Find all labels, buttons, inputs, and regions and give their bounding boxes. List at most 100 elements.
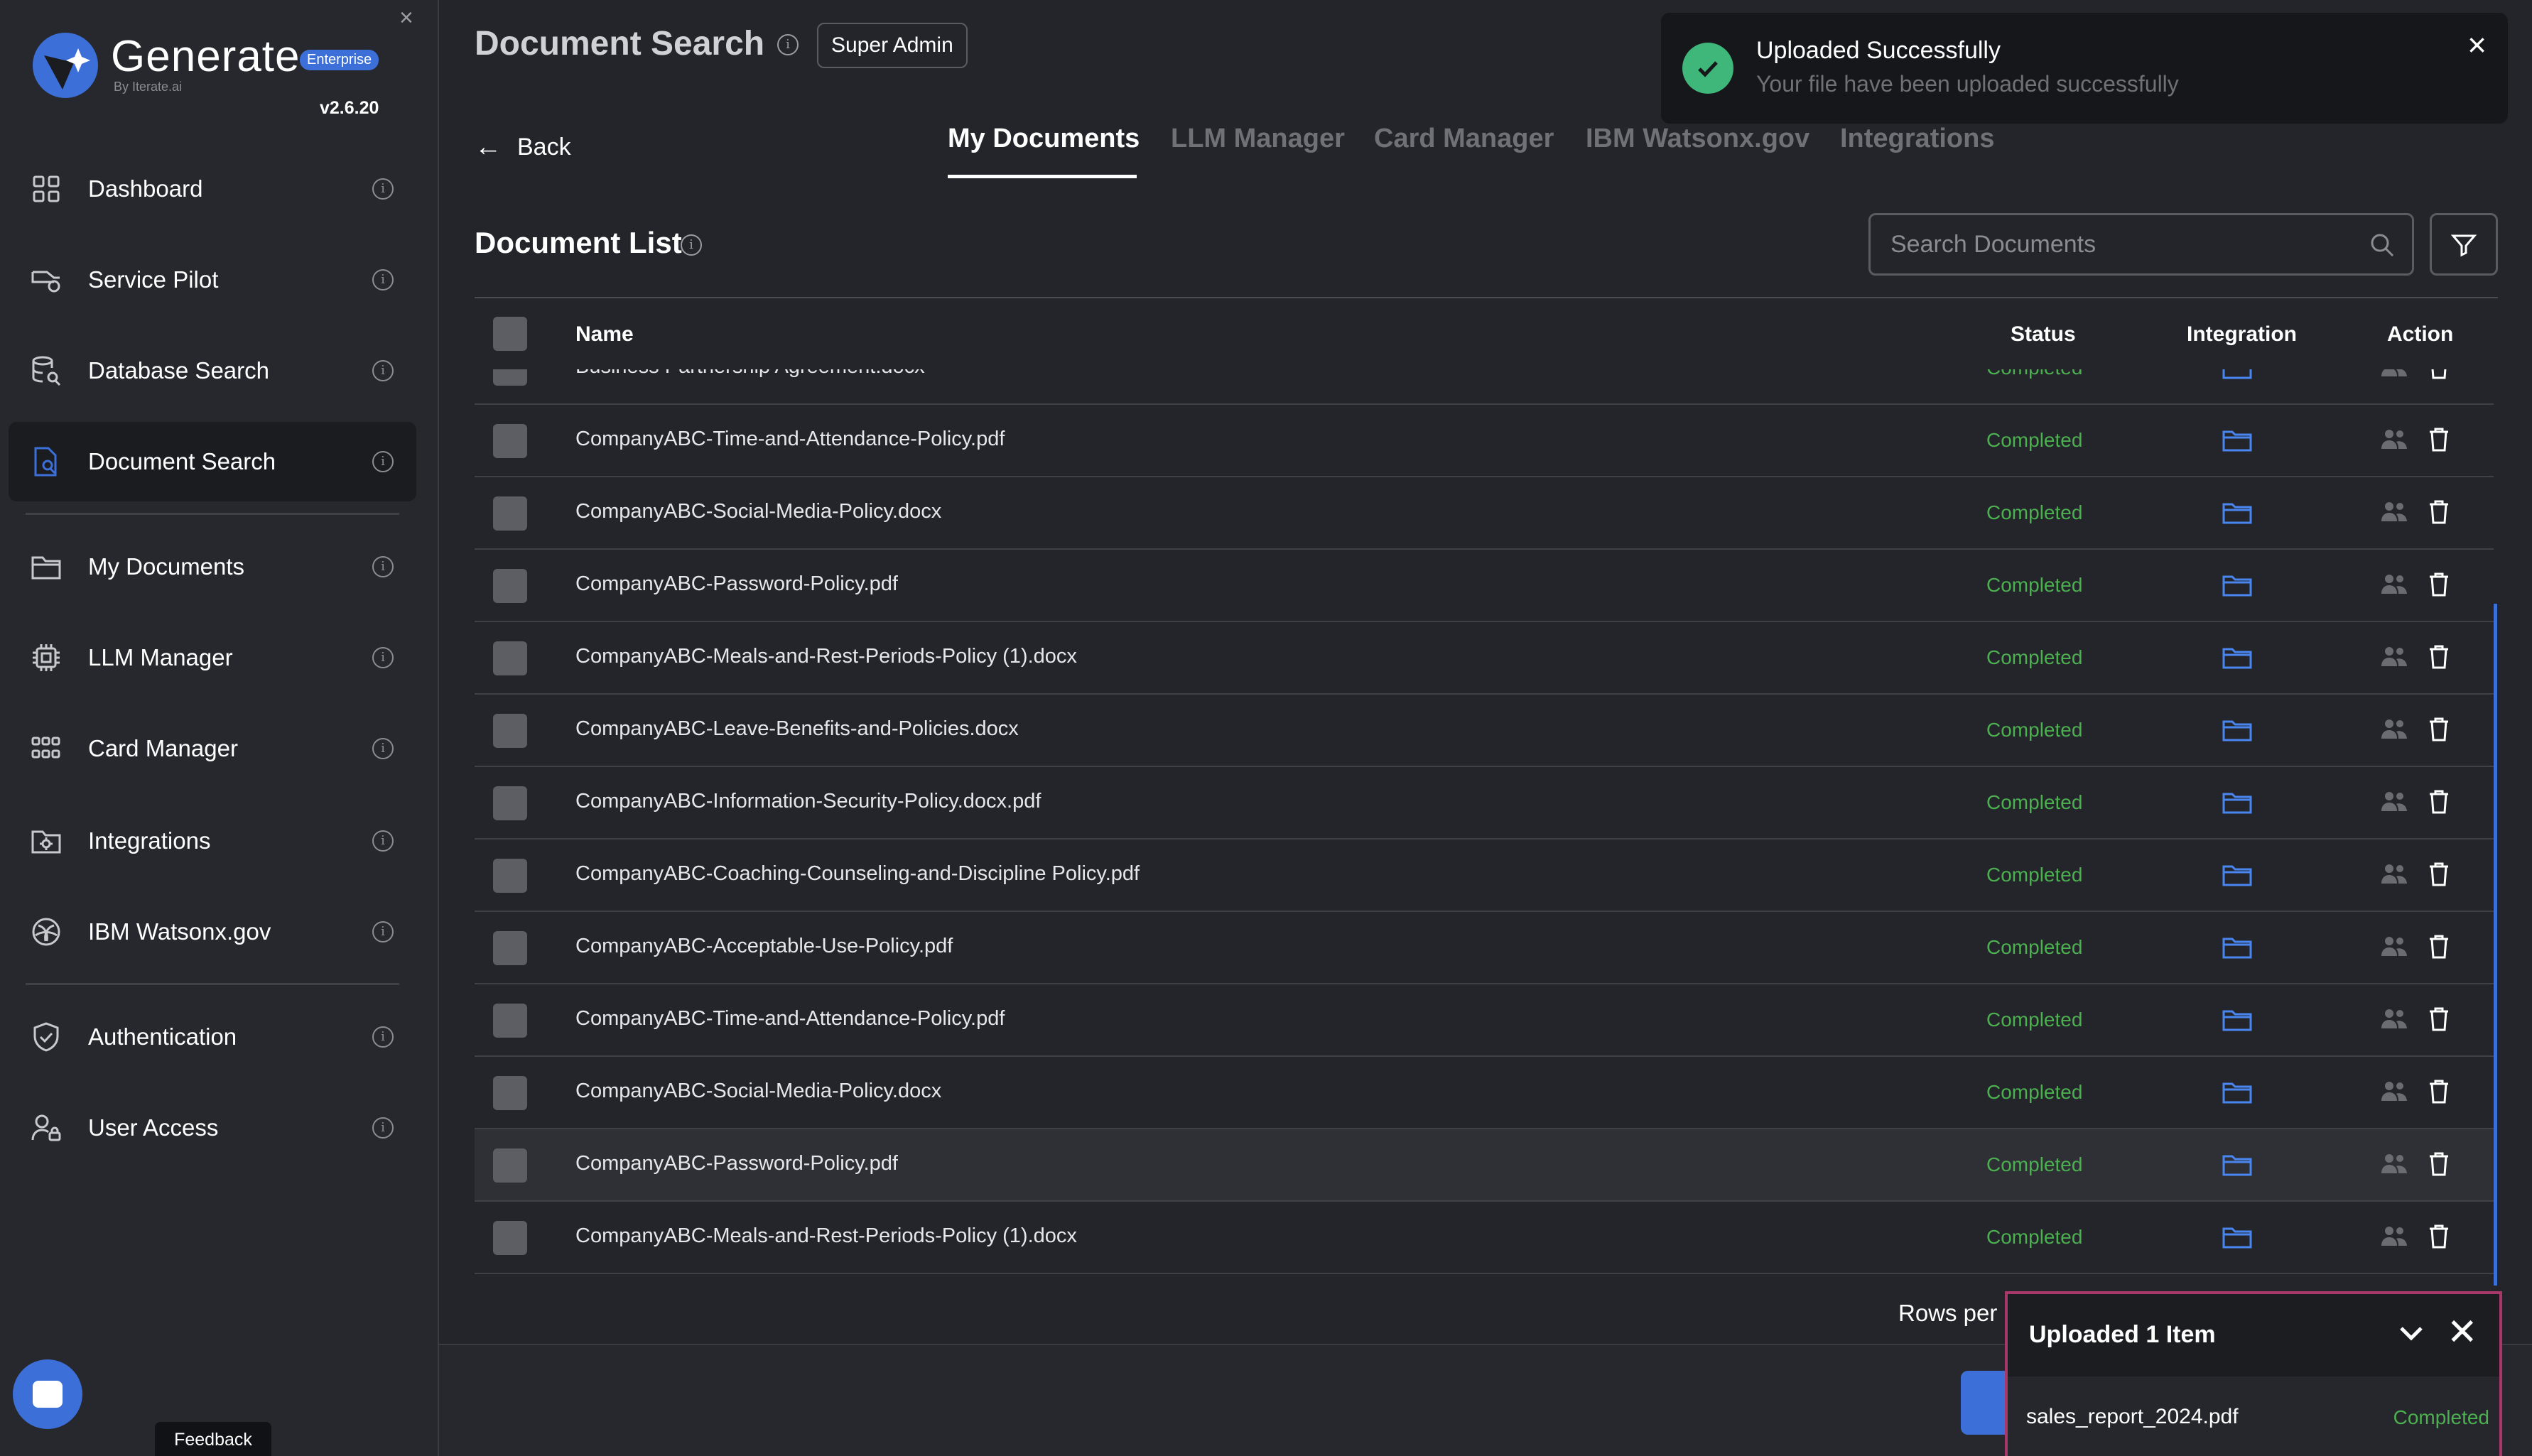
info-icon[interactable]: i bbox=[372, 1026, 394, 1048]
scrollbar[interactable] bbox=[2494, 604, 2497, 1286]
folder-icon[interactable] bbox=[2222, 499, 2252, 526]
folder-icon[interactable] bbox=[2222, 369, 2252, 381]
row-checkbox[interactable] bbox=[493, 1004, 527, 1038]
trash-icon[interactable] bbox=[2428, 499, 2450, 526]
close-icon[interactable]: × bbox=[2467, 26, 2487, 64]
close-icon[interactable]: ✕ bbox=[2447, 1311, 2478, 1354]
tab-card-manager[interactable]: Card Manager bbox=[1374, 124, 1554, 154]
trash-icon[interactable] bbox=[2428, 369, 2450, 381]
trash-icon[interactable] bbox=[2428, 571, 2450, 598]
folder-icon[interactable] bbox=[2222, 1223, 2252, 1250]
table-row[interactable]: CompanyABC-Coaching-Counseling-and-Disci… bbox=[475, 840, 2494, 912]
info-icon[interactable]: i bbox=[372, 360, 394, 381]
info-icon[interactable]: i bbox=[372, 921, 394, 942]
folder-icon[interactable] bbox=[2222, 426, 2252, 453]
back-button[interactable]: ← Back bbox=[475, 132, 571, 163]
row-checkbox[interactable] bbox=[493, 569, 527, 603]
tab-integrations[interactable]: Integrations bbox=[1840, 124, 1994, 154]
info-icon[interactable]: i bbox=[777, 34, 799, 55]
trash-icon[interactable] bbox=[2428, 1078, 2450, 1105]
row-checkbox[interactable] bbox=[493, 369, 527, 386]
info-icon[interactable]: i bbox=[372, 269, 394, 290]
row-checkbox[interactable] bbox=[493, 786, 527, 820]
sidebar-item-service-pilot[interactable]: Service Pilot i bbox=[9, 240, 416, 320]
chevron-down-icon[interactable] bbox=[2396, 1317, 2427, 1348]
share-users-icon[interactable] bbox=[2381, 1152, 2407, 1176]
share-users-icon[interactable] bbox=[2381, 500, 2407, 524]
trash-icon[interactable] bbox=[2428, 1006, 2450, 1033]
sidebar-item-user-access[interactable]: User Access i bbox=[9, 1088, 416, 1168]
share-users-icon[interactable] bbox=[2381, 572, 2407, 597]
info-icon[interactable]: i bbox=[372, 556, 394, 577]
share-users-icon[interactable] bbox=[2381, 1007, 2407, 1031]
folder-icon[interactable] bbox=[2222, 571, 2252, 598]
table-row[interactable]: CompanyABC-Meals-and-Rest-Periods-Policy… bbox=[475, 1202, 2494, 1274]
sidebar-item-llm-manager[interactable]: LLM Manager i bbox=[9, 618, 416, 697]
info-icon[interactable]: i bbox=[372, 178, 394, 200]
tab-my-documents[interactable]: My Documents bbox=[948, 124, 1140, 154]
table-row[interactable]: CompanyABC-Social-Media-Policy.docx Comp… bbox=[475, 477, 2494, 550]
table-row[interactable]: CompanyABC-Meals-and-Rest-Periods-Policy… bbox=[475, 622, 2494, 695]
table-row[interactable]: CompanyABC-Time-and-Attendance-Policy.pd… bbox=[475, 984, 2494, 1057]
row-checkbox[interactable] bbox=[493, 641, 527, 675]
row-checkbox[interactable] bbox=[493, 1221, 527, 1255]
info-icon[interactable]: i bbox=[372, 738, 394, 759]
table-row[interactable]: CompanyABC-Password-Policy.pdf Completed bbox=[475, 1129, 2494, 1202]
trash-icon[interactable] bbox=[2428, 861, 2450, 888]
sidebar-item-dashboard[interactable]: Dashboard i bbox=[9, 149, 416, 229]
row-checkbox[interactable] bbox=[493, 859, 527, 893]
folder-icon[interactable] bbox=[2222, 1006, 2252, 1033]
share-users-icon[interactable] bbox=[2381, 935, 2407, 959]
table-row[interactable]: CompanyABC-Acceptable-Use-Policy.pdf Com… bbox=[475, 912, 2494, 984]
folder-icon[interactable] bbox=[2222, 643, 2252, 670]
tab-ibm-watsonx[interactable]: IBM Watsonx.gov bbox=[1586, 124, 1809, 154]
sidebar-item-ibm-watsonx[interactable]: IBM Watsonx.gov i bbox=[9, 892, 416, 972]
folder-icon[interactable] bbox=[2222, 933, 2252, 960]
feedback-tab[interactable]: Feedback bbox=[155, 1422, 271, 1456]
search-input[interactable] bbox=[1890, 230, 2345, 259]
sidebar-item-my-documents[interactable]: My Documents i bbox=[9, 527, 416, 607]
select-all-checkbox[interactable] bbox=[493, 317, 527, 351]
folder-icon[interactable] bbox=[2222, 861, 2252, 888]
info-icon[interactable]: i bbox=[372, 647, 394, 668]
row-checkbox[interactable] bbox=[493, 931, 527, 965]
sidebar-item-document-search[interactable]: Document Search i bbox=[9, 422, 416, 501]
share-users-icon[interactable] bbox=[2381, 717, 2407, 741]
trash-icon[interactable] bbox=[2428, 788, 2450, 815]
sidebar-item-integrations[interactable]: Integrations i bbox=[9, 801, 416, 881]
sidebar-item-card-manager[interactable]: Card Manager i bbox=[9, 709, 416, 788]
table-row[interactable]: CompanyABC-Information-Security-Policy.d… bbox=[475, 767, 2494, 840]
folder-icon[interactable] bbox=[2222, 1151, 2252, 1178]
info-icon[interactable]: i bbox=[372, 451, 394, 472]
share-users-icon[interactable] bbox=[2381, 645, 2407, 669]
share-users-icon[interactable] bbox=[2381, 790, 2407, 814]
share-users-icon[interactable] bbox=[2381, 369, 2407, 379]
share-users-icon[interactable] bbox=[2381, 428, 2407, 452]
info-icon[interactable]: i bbox=[681, 234, 702, 256]
info-icon[interactable]: i bbox=[372, 830, 394, 852]
sidebar-item-database-search[interactable]: Database Search i bbox=[9, 331, 416, 411]
trash-icon[interactable] bbox=[2428, 1223, 2450, 1250]
trash-icon[interactable] bbox=[2428, 933, 2450, 960]
share-users-icon[interactable] bbox=[2381, 862, 2407, 886]
tab-llm-manager[interactable]: LLM Manager bbox=[1171, 124, 1345, 154]
row-checkbox[interactable] bbox=[493, 496, 527, 531]
trash-icon[interactable] bbox=[2428, 1151, 2450, 1178]
folder-icon[interactable] bbox=[2222, 716, 2252, 743]
folder-icon[interactable] bbox=[2222, 1078, 2252, 1105]
sidebar-item-authentication[interactable]: Authentication i bbox=[9, 997, 416, 1077]
table-row[interactable]: CompanyABC-Time-and-Attendance-Policy.pd… bbox=[475, 405, 2494, 477]
sidebar-close-icon[interactable]: × bbox=[399, 4, 413, 32]
table-row[interactable]: CompanyABC-Password-Policy.pdf Completed bbox=[475, 550, 2494, 622]
row-checkbox[interactable] bbox=[493, 424, 527, 458]
row-checkbox[interactable] bbox=[493, 1148, 527, 1183]
share-users-icon[interactable] bbox=[2381, 1080, 2407, 1104]
trash-icon[interactable] bbox=[2428, 426, 2450, 453]
table-row[interactable]: Business Partnership Agreement.docx Comp… bbox=[475, 369, 2494, 405]
row-checkbox[interactable] bbox=[493, 1076, 527, 1110]
trash-icon[interactable] bbox=[2428, 643, 2450, 670]
table-row[interactable]: CompanyABC-Leave-Benefits-and-Policies.d… bbox=[475, 695, 2494, 767]
search-icon[interactable] bbox=[2368, 231, 2396, 259]
info-icon[interactable]: i bbox=[372, 1117, 394, 1139]
trash-icon[interactable] bbox=[2428, 716, 2450, 743]
